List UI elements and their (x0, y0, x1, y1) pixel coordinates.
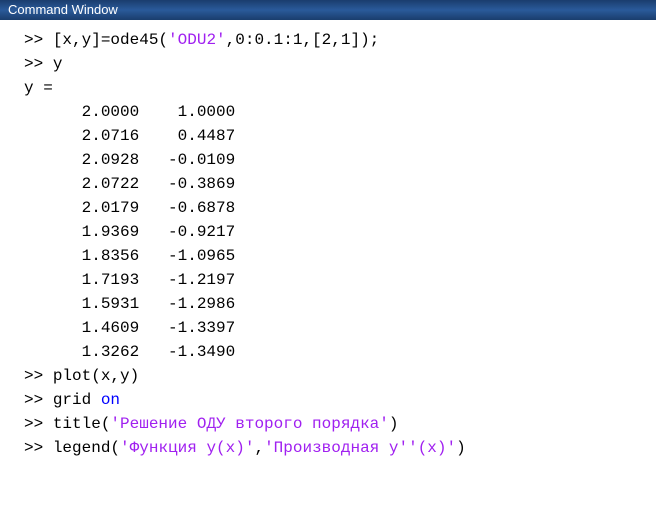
output-text: 1.9369 -0.9217 (24, 223, 235, 241)
output-text: 2.0928 -0.0109 (24, 151, 235, 169)
code-text: title( (53, 415, 111, 433)
output-text: 2.0000 1.0000 (24, 103, 235, 121)
output-row: 1.7193 -1.2197 (24, 268, 652, 292)
code-text: ) (456, 439, 466, 457)
output-row: 2.0000 1.0000 (24, 100, 652, 124)
output-row: 1.4609 -1.3397 (24, 316, 652, 340)
output-row: 1.8356 -1.0965 (24, 244, 652, 268)
code-text: [x,y]=ode45( (53, 31, 168, 49)
prompt: >> (24, 31, 53, 49)
output-text: 1.8356 -1.0965 (24, 247, 235, 265)
command-window-content[interactable]: >> [x,y]=ode45('ODU2',0:0.1:1,[2,1]); >>… (0, 20, 656, 468)
string-literal: 'Функция y(x)' (120, 439, 254, 457)
output-text: 1.3262 -1.3490 (24, 343, 235, 361)
output-row: 1.5931 -1.2986 (24, 292, 652, 316)
command-line: >> title('Решение ОДУ второго порядка') (24, 412, 652, 436)
code-text: ,0:0.1:1,[2,1]); (226, 31, 380, 49)
code-text: plot(x,y) (53, 367, 139, 385)
output-text: y = (24, 79, 53, 97)
code-text: grid (53, 391, 101, 409)
output-text: 2.0179 -0.6878 (24, 199, 235, 217)
command-line: >> [x,y]=ode45('ODU2',0:0.1:1,[2,1]); (24, 28, 652, 52)
code-text: , (254, 439, 264, 457)
output-text: 2.0722 -0.3869 (24, 175, 235, 193)
output-text: 2.0716 0.4487 (24, 127, 235, 145)
code-text: y (53, 55, 63, 73)
code-text: ) (389, 415, 399, 433)
string-literal: 'Решение ОДУ второго порядка' (110, 415, 388, 433)
prompt: >> (24, 415, 53, 433)
prompt: >> (24, 367, 53, 385)
output-row: 1.9369 -0.9217 (24, 220, 652, 244)
output-row: 2.0722 -0.3869 (24, 172, 652, 196)
output-row: 2.0716 0.4487 (24, 124, 652, 148)
output-text: 1.7193 -1.2197 (24, 271, 235, 289)
output-row: 1.3262 -1.3490 (24, 340, 652, 364)
window-title-bar: Command Window (0, 0, 656, 20)
string-literal: 'Производная y''(x)' (264, 439, 456, 457)
string-literal: 'ODU2' (168, 31, 226, 49)
keyword: on (101, 391, 120, 409)
window-title: Command Window (8, 2, 118, 17)
command-line: >> plot(x,y) (24, 364, 652, 388)
output-row: 2.0928 -0.0109 (24, 148, 652, 172)
prompt: >> (24, 439, 53, 457)
output-text: 1.5931 -1.2986 (24, 295, 235, 313)
command-line: >> grid on (24, 388, 652, 412)
output-text: 1.4609 -1.3397 (24, 319, 235, 337)
output-line: y = (24, 76, 652, 100)
prompt: >> (24, 391, 53, 409)
code-text: legend( (53, 439, 120, 457)
output-row: 2.0179 -0.6878 (24, 196, 652, 220)
command-line: >> legend('Функция y(x)','Производная y'… (24, 436, 652, 460)
prompt: >> (24, 55, 53, 73)
command-line: >> y (24, 52, 652, 76)
